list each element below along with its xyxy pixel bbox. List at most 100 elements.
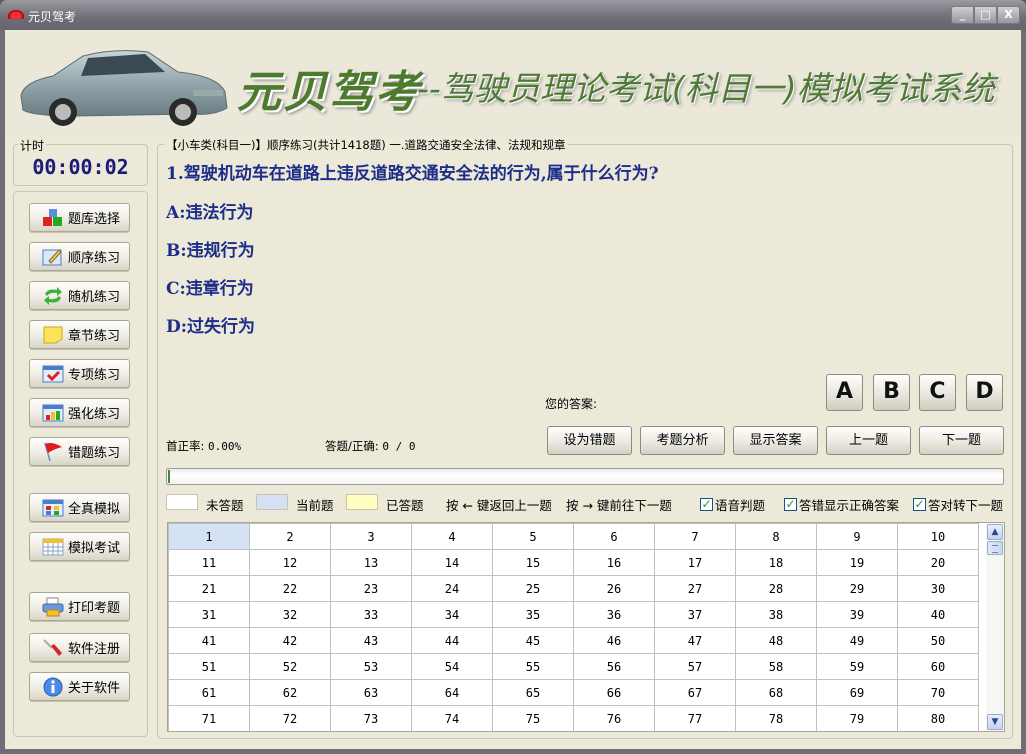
question-number-cell[interactable]: 64 (411, 679, 493, 706)
question-number-cell[interactable]: 70 (897, 679, 979, 706)
question-number-cell[interactable]: 74 (411, 705, 493, 731)
maximize-button[interactable]: □ (974, 6, 997, 24)
question-number-cell[interactable]: 39 (816, 601, 898, 628)
question-number-cell[interactable]: 30 (897, 575, 979, 602)
question-number-cell[interactable]: 12 (249, 549, 331, 576)
checkbox-checked-icon[interactable]: ✓ (700, 498, 713, 511)
scroll-down-icon[interactable]: ▼ (987, 714, 1003, 730)
question-number-cell[interactable]: 56 (573, 653, 655, 680)
question-number-cell[interactable]: 28 (735, 575, 817, 602)
question-number-cell[interactable]: 71 (168, 705, 250, 731)
question-number-cell[interactable]: 34 (411, 601, 493, 628)
answer-a-button[interactable]: A (826, 374, 863, 411)
question-number-cell[interactable]: 25 (492, 575, 574, 602)
question-number-cell[interactable]: 10 (897, 523, 979, 550)
checkbox-checked-icon[interactable]: ✓ (913, 498, 926, 511)
question-number-cell[interactable]: 14 (411, 549, 493, 576)
question-number-cell[interactable]: 62 (249, 679, 331, 706)
question-number-cell[interactable]: 55 (492, 653, 574, 680)
sidebar-item-chapter[interactable]: 章节练习 (29, 320, 130, 349)
option-d[interactable]: D:过失行为 (166, 312, 255, 337)
question-number-cell[interactable]: 80 (897, 705, 979, 731)
question-number-cell[interactable]: 58 (735, 653, 817, 680)
sidebar-item-mistakes[interactable]: 错题练习 (29, 437, 130, 466)
sidebar-item-mock-exam[interactable]: 模拟考试 (29, 532, 130, 561)
auto-next-on-correct-checkbox[interactable]: ✓ 答对转下一题 (913, 495, 1003, 514)
question-number-cell[interactable]: 33 (330, 601, 412, 628)
minimize-button[interactable]: _ (951, 6, 974, 24)
question-number-cell[interactable]: 42 (249, 627, 331, 654)
question-number-cell[interactable]: 2 (249, 523, 331, 550)
question-number-cell[interactable]: 43 (330, 627, 412, 654)
question-number-cell[interactable]: 35 (492, 601, 574, 628)
question-number-cell[interactable]: 45 (492, 627, 574, 654)
answer-d-button[interactable]: D (966, 374, 1003, 411)
sidebar-item-random[interactable]: 随机练习 (29, 281, 130, 310)
option-a[interactable]: A:违法行为 (166, 198, 253, 223)
question-number-cell[interactable]: 18 (735, 549, 817, 576)
option-b[interactable]: B:违规行为 (166, 236, 255, 261)
question-number-cell[interactable]: 46 (573, 627, 655, 654)
question-number-cell[interactable]: 15 (492, 549, 574, 576)
question-number-cell[interactable]: 44 (411, 627, 493, 654)
question-number-cell[interactable]: 40 (897, 601, 979, 628)
question-number-cell[interactable]: 27 (654, 575, 736, 602)
vertical-scrollbar[interactable]: ▲ ▼ (986, 523, 1004, 731)
question-number-cell[interactable]: 26 (573, 575, 655, 602)
question-number-cell[interactable]: 38 (735, 601, 817, 628)
question-number-cell[interactable]: 59 (816, 653, 898, 680)
sidebar-item-special[interactable]: 专项练习 (29, 359, 130, 388)
answer-b-button[interactable]: B (873, 374, 910, 411)
option-c[interactable]: C:违章行为 (166, 274, 254, 299)
sidebar-item-full-simulation[interactable]: 全真模拟 (29, 493, 130, 522)
question-number-cell[interactable]: 36 (573, 601, 655, 628)
mark-wrong-button[interactable]: 设为错题 (547, 426, 632, 455)
answer-c-button[interactable]: C (919, 374, 956, 411)
question-number-cell[interactable]: 72 (249, 705, 331, 731)
question-number-cell[interactable]: 53 (330, 653, 412, 680)
show-answer-button[interactable]: 显示答案 (733, 426, 818, 455)
question-number-cell[interactable]: 23 (330, 575, 412, 602)
voice-judge-checkbox[interactable]: ✓ 语音判题 (700, 495, 765, 514)
question-number-cell[interactable]: 1 (168, 523, 250, 550)
question-number-cell[interactable]: 75 (492, 705, 574, 731)
question-number-cell[interactable]: 19 (816, 549, 898, 576)
show-correct-on-wrong-checkbox[interactable]: ✓ 答错显示正确答案 (784, 495, 899, 514)
question-number-cell[interactable]: 78 (735, 705, 817, 731)
question-number-cell[interactable]: 41 (168, 627, 250, 654)
question-number-cell[interactable]: 67 (654, 679, 736, 706)
question-number-cell[interactable]: 20 (897, 549, 979, 576)
question-number-cell[interactable]: 32 (249, 601, 331, 628)
question-number-cell[interactable]: 50 (897, 627, 979, 654)
sidebar-item-intensive[interactable]: 强化练习 (29, 398, 130, 427)
question-number-cell[interactable]: 79 (816, 705, 898, 731)
question-number-cell[interactable]: 5 (492, 523, 574, 550)
scroll-thumb[interactable] (987, 541, 1003, 555)
question-number-cell[interactable]: 68 (735, 679, 817, 706)
question-number-cell[interactable]: 11 (168, 549, 250, 576)
question-number-cell[interactable]: 4 (411, 523, 493, 550)
question-number-cell[interactable]: 17 (654, 549, 736, 576)
question-number-cell[interactable]: 3 (330, 523, 412, 550)
question-number-cell[interactable]: 76 (573, 705, 655, 731)
question-number-cell[interactable]: 51 (168, 653, 250, 680)
question-number-cell[interactable]: 13 (330, 549, 412, 576)
question-number-cell[interactable]: 8 (735, 523, 817, 550)
question-number-cell[interactable]: 16 (573, 549, 655, 576)
question-number-cell[interactable]: 66 (573, 679, 655, 706)
question-number-cell[interactable]: 77 (654, 705, 736, 731)
question-number-cell[interactable]: 60 (897, 653, 979, 680)
question-number-cell[interactable]: 24 (411, 575, 493, 602)
sidebar-item-sequential[interactable]: 顺序练习 (29, 242, 130, 271)
scroll-up-icon[interactable]: ▲ (987, 524, 1003, 540)
next-button[interactable]: 下一题 (919, 426, 1004, 455)
question-number-cell[interactable]: 65 (492, 679, 574, 706)
question-number-cell[interactable]: 7 (654, 523, 736, 550)
question-number-cell[interactable]: 37 (654, 601, 736, 628)
question-number-cell[interactable]: 63 (330, 679, 412, 706)
checkbox-checked-icon[interactable]: ✓ (784, 498, 797, 511)
question-number-cell[interactable]: 49 (816, 627, 898, 654)
question-number-cell[interactable]: 6 (573, 523, 655, 550)
sidebar-item-print[interactable]: 打印考题 (29, 592, 130, 621)
question-number-cell[interactable]: 48 (735, 627, 817, 654)
